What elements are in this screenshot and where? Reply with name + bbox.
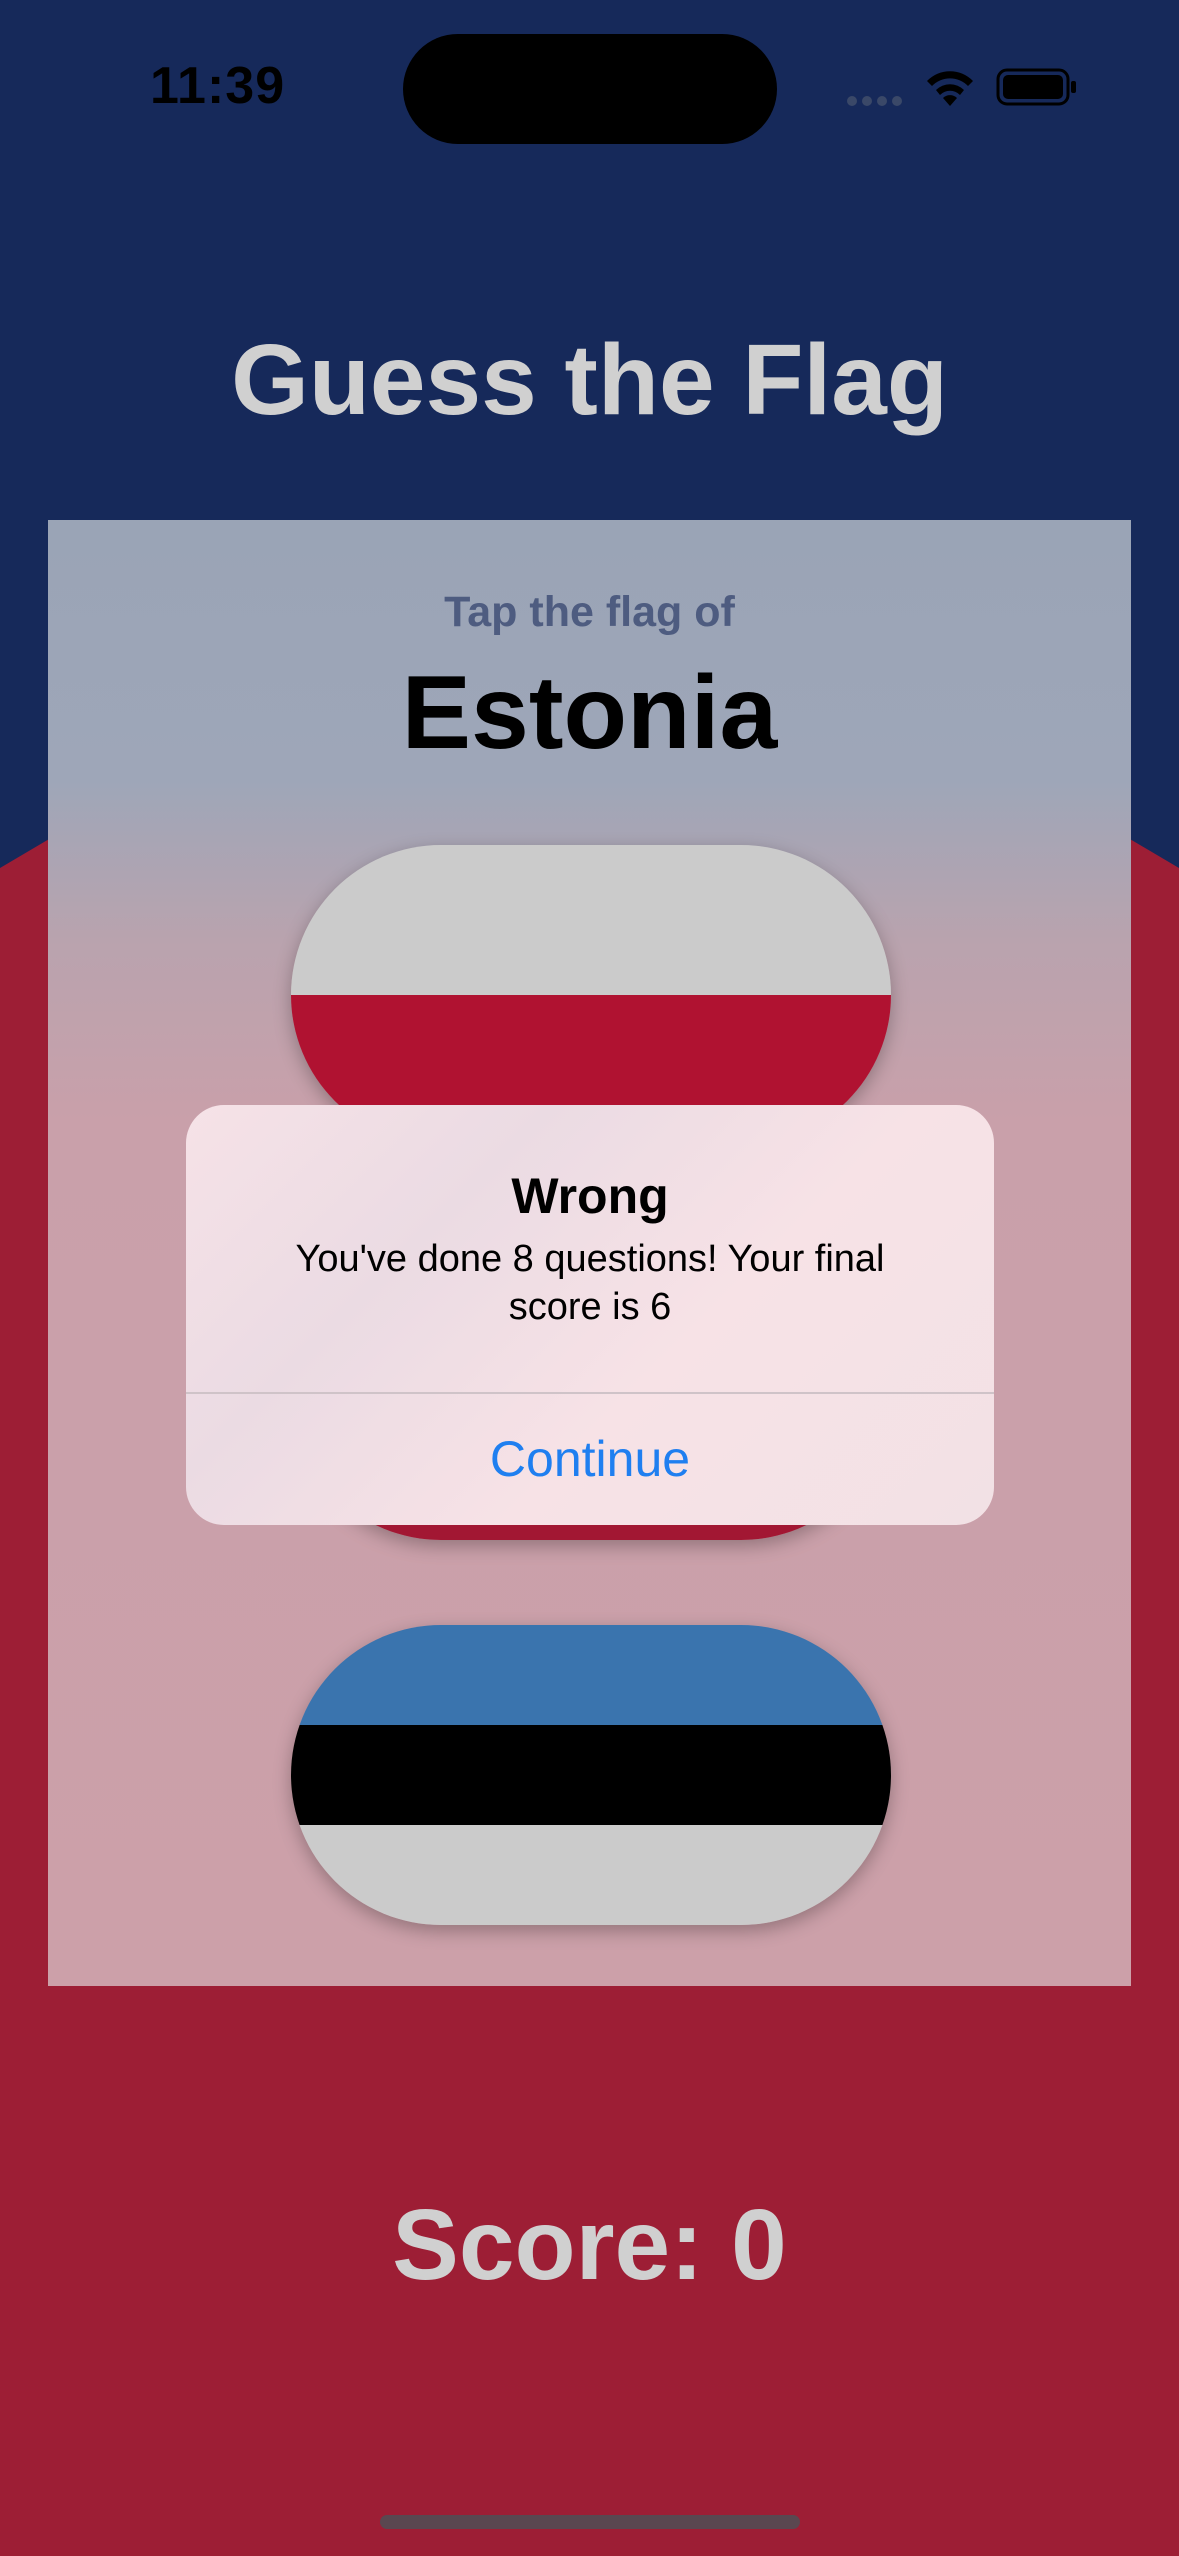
flag-stripe [291, 1825, 891, 1925]
battery-icon [996, 68, 1076, 106]
score-label: Score: 0 [392, 2189, 787, 2301]
status-time: 11:39 [150, 57, 286, 115]
flag-stripe [291, 845, 891, 995]
result-alert: Wrong You've done 8 questions! Your fina… [186, 1105, 994, 1525]
status-bar: 11:39 [0, 0, 1179, 170]
flag-button-1[interactable] [291, 845, 891, 1145]
home-indicator[interactable] [380, 2515, 800, 2529]
target-country: Estonia [401, 655, 778, 771]
prompt-label: Tap the flag of [444, 588, 735, 636]
app-title: Guess the Flag [231, 324, 948, 436]
flag-button-3[interactable] [291, 1625, 891, 1925]
continue-button[interactable]: Continue [186, 1394, 994, 1525]
dynamic-island [403, 34, 777, 144]
cellular-dots-icon [847, 96, 902, 106]
wifi-icon [927, 71, 973, 106]
alert-message: You've done 8 questions! Your final scor… [295, 1238, 885, 1328]
flag-stripe [291, 1725, 891, 1825]
flag-stripe [291, 1625, 891, 1725]
alert-title: Wrong [511, 1168, 669, 1224]
